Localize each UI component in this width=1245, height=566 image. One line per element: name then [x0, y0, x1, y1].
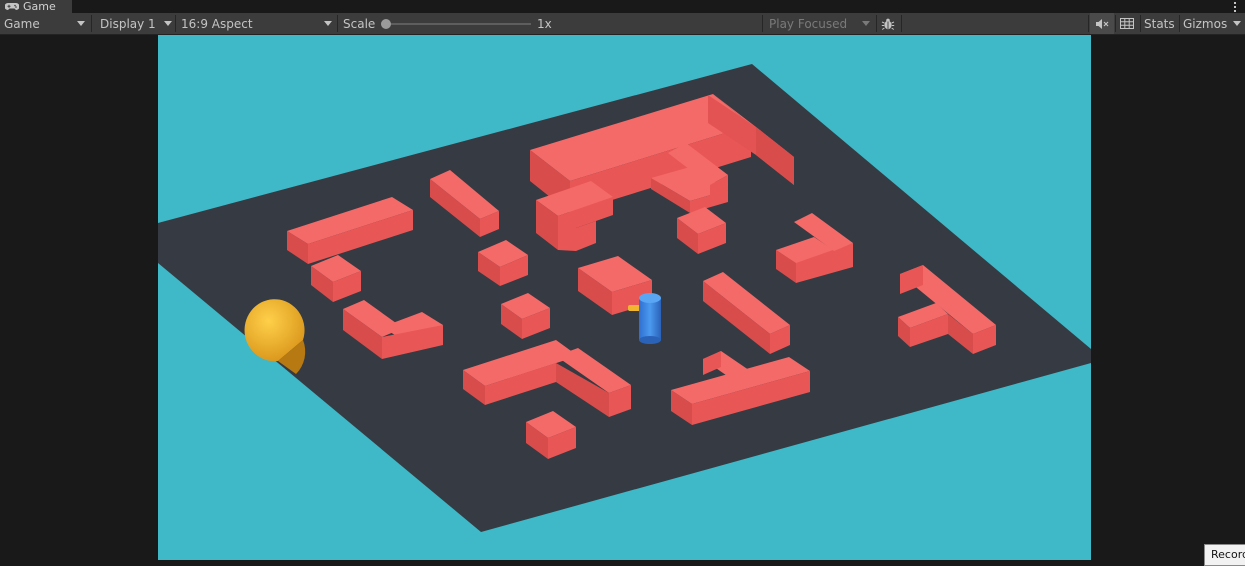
divider [175, 15, 176, 32]
scale-label: Scale [339, 13, 379, 34]
divider [876, 15, 877, 32]
gamepad-icon [5, 3, 19, 10]
aspect-dropdown[interactable]: 16:9 Aspect [177, 13, 337, 34]
divider [91, 15, 92, 32]
display-dropdown-label: Display 1 [100, 16, 156, 31]
play-mode-dropdown[interactable]: Play Focused [765, 13, 875, 34]
audio-mute-icon[interactable] [1090, 13, 1114, 34]
scale-slider-track[interactable] [385, 23, 531, 25]
divider [1088, 15, 1089, 32]
game-toolbar: Game Display 1 16:9 Aspect Scale 1x Play… [0, 13, 1245, 35]
aspect-dropdown-chevron-icon [324, 21, 332, 26]
display-dropdown-chevron-icon [164, 21, 172, 26]
scale-slider-handle[interactable] [381, 19, 391, 29]
play-mode-dropdown-label: Play Focused [769, 16, 848, 31]
letterbox-left [0, 35, 158, 560]
gizmos-chevron-icon [1233, 21, 1241, 26]
tab-title: Game [23, 0, 56, 13]
stats-button[interactable]: Stats [1140, 13, 1178, 34]
divider [337, 15, 338, 32]
kebab-menu-icon[interactable] [1233, 0, 1237, 13]
view-dropdown-label: Game [4, 16, 40, 31]
recorder-tooltip: Recorder [1204, 544, 1245, 566]
game-scene [158, 64, 1091, 532]
bug-icon[interactable] [878, 13, 900, 34]
stats-button-label: Stats [1144, 16, 1175, 31]
divider [762, 15, 763, 32]
gizmos-dropdown-label: Gizmos [1183, 16, 1228, 31]
grid-icon[interactable] [1117, 13, 1139, 34]
tooltip-text: Recorder [1211, 548, 1245, 561]
bug-icon-graphic [881, 18, 895, 30]
tab-game[interactable]: Game [0, 0, 72, 13]
divider [1115, 15, 1116, 32]
grid-icon-graphic [1120, 18, 1134, 29]
audio-mute-icon-graphic [1096, 18, 1109, 29]
window-tab-bar: Game [0, 0, 1245, 13]
scale-label-text: Scale [343, 16, 376, 31]
scale-value: 1x [533, 13, 563, 34]
view-dropdown-chevron-icon [77, 21, 85, 26]
display-dropdown[interactable]: Display 1 [96, 13, 174, 34]
player-pacman [244, 299, 306, 374]
divider [901, 15, 902, 32]
game-viewport[interactable] [158, 35, 1091, 560]
letterbox-right [1091, 35, 1245, 560]
scale-value-text: 1x [537, 16, 552, 31]
play-mode-chevron-icon [862, 21, 870, 26]
aspect-dropdown-label: 16:9 Aspect [181, 16, 253, 31]
